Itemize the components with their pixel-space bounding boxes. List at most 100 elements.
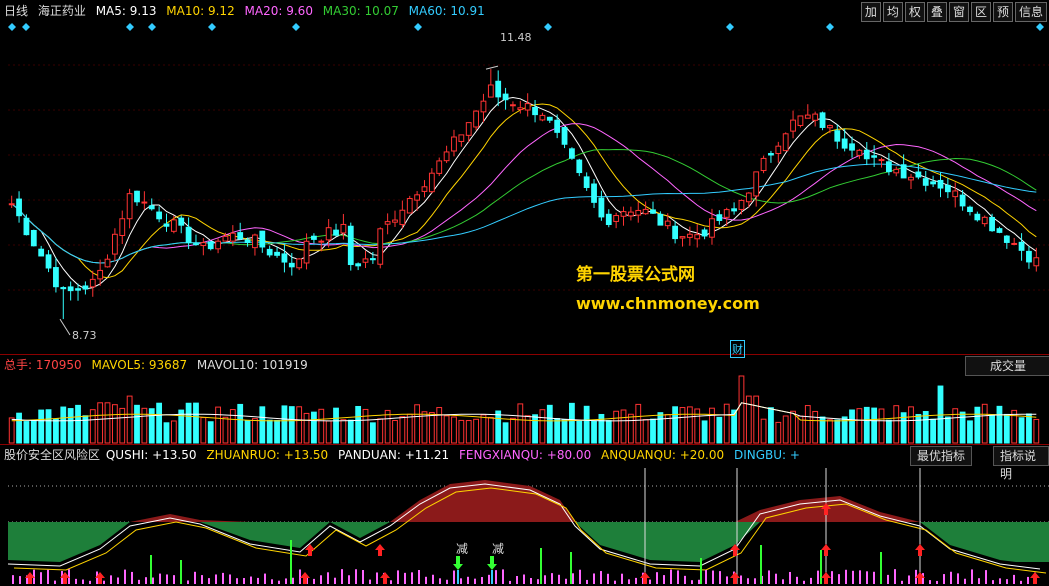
- candle-body: [723, 209, 730, 218]
- fengxian-bar: [243, 578, 245, 584]
- volume-bar: [642, 419, 649, 444]
- volume-bar: [215, 406, 221, 444]
- candle-body: [200, 242, 207, 247]
- candle-body: [908, 176, 914, 181]
- candle-body: [981, 216, 988, 225]
- candle-body: [392, 219, 398, 223]
- candle-body: [148, 205, 155, 210]
- fengxian-bar: [663, 575, 665, 584]
- fengxian-bar: [544, 575, 546, 584]
- buy-arrow-icon: [640, 572, 650, 584]
- volume-bar: [827, 419, 833, 444]
- volume-bar: [701, 420, 708, 444]
- finance-badge[interactable]: 财: [730, 340, 745, 358]
- fengxian-bar: [635, 577, 637, 584]
- fengxian-bar: [530, 578, 532, 584]
- volume-bar: [1018, 417, 1025, 444]
- volume-bar: [8, 417, 15, 444]
- fengxian-bar: [82, 579, 84, 584]
- diamond-marker: [208, 23, 216, 31]
- candle-body: [318, 240, 325, 243]
- candle-body: [89, 278, 96, 288]
- candle-body: [856, 149, 863, 156]
- fengxian-bar: [348, 575, 350, 584]
- fengxian-bar: [684, 575, 686, 584]
- fengxian-bar: [992, 580, 994, 584]
- diamond-marker: [292, 23, 300, 31]
- volume-bar: [768, 407, 774, 444]
- fengxian-bar: [831, 571, 833, 584]
- fengxian-bar: [523, 574, 525, 584]
- fengxian-bar: [628, 579, 630, 584]
- fengxian-bar: [222, 572, 224, 584]
- candle-body: [944, 184, 951, 193]
- candle-body: [996, 228, 1003, 233]
- fengxian-bar: [691, 580, 693, 584]
- fengxian-bar: [537, 579, 539, 584]
- fengxian-bar: [264, 573, 266, 584]
- fengxian-bar: [89, 580, 91, 584]
- fengxian-bar: [257, 577, 259, 584]
- fengxian-bar: [789, 571, 791, 584]
- volume-bar: [16, 412, 22, 444]
- volume-bar: [539, 409, 546, 444]
- volume-bar: [716, 416, 723, 444]
- diamond-marker: [8, 23, 16, 31]
- candle-body: [384, 221, 391, 225]
- fengxian-bar: [950, 571, 952, 584]
- fengxian-bar: [775, 573, 777, 584]
- best-indicator-button[interactable]: 最优指标: [910, 446, 973, 466]
- signal-green-bar: [180, 560, 182, 584]
- candle-body: [502, 93, 509, 101]
- candle-body: [340, 223, 347, 234]
- buy-arrow-icon: [730, 572, 740, 584]
- ma30-line: [11, 148, 1037, 264]
- volume-bar: [686, 406, 693, 444]
- fengxian-bar: [607, 573, 609, 584]
- candle-body: [650, 209, 656, 214]
- fengxian-bar: [201, 575, 203, 584]
- fengxian-bar: [586, 579, 588, 584]
- fengxian-bar: [229, 574, 231, 584]
- kline-chart[interactable]: [0, 0, 1049, 586]
- volume-bar: [141, 407, 148, 444]
- candle-body: [421, 186, 428, 192]
- indicator-help-button[interactable]: 指标说明: [993, 446, 1049, 481]
- candle-body: [473, 110, 479, 128]
- candle-body: [1033, 257, 1040, 267]
- candle-body: [274, 251, 280, 256]
- band-cutout: [8, 522, 1040, 565]
- volume-bar: [392, 419, 398, 444]
- fengxian-bar: [411, 572, 413, 584]
- candle-body: [863, 149, 870, 160]
- panduan-label: PANDUAN: +11.21: [338, 448, 450, 462]
- candle-body: [156, 211, 163, 220]
- volume-bar: [252, 418, 258, 444]
- signal-green-bar: [700, 558, 702, 584]
- fengxian-bar: [922, 573, 924, 584]
- volume-bar: [134, 404, 140, 444]
- volume-bar: [53, 418, 59, 444]
- volume-bar: [369, 422, 376, 444]
- candle-body: [539, 114, 546, 121]
- volume-bar: [399, 416, 406, 444]
- volume-bar: [613, 410, 620, 444]
- volume-bar: [981, 403, 988, 444]
- signal-green-bar: [760, 545, 762, 584]
- candle-body: [709, 218, 715, 238]
- fengxian-bar: [901, 580, 903, 584]
- diamond-marker: [148, 23, 156, 31]
- candle-body: [119, 218, 126, 236]
- volume-bar: [259, 406, 266, 444]
- fengxian-bar: [705, 569, 707, 584]
- volume-bars: [8, 375, 1040, 444]
- fengxian-bar: [236, 578, 238, 584]
- volume-indicator-select[interactable]: 成交量: [965, 356, 1049, 376]
- fengxian-bar: [1027, 576, 1029, 584]
- volume-bar: [885, 419, 892, 444]
- fengxian-bar: [796, 576, 798, 584]
- candle-body: [38, 248, 45, 257]
- candle-body: [369, 258, 376, 261]
- fengxian-bar: [978, 578, 980, 584]
- volume-bar: [266, 419, 273, 444]
